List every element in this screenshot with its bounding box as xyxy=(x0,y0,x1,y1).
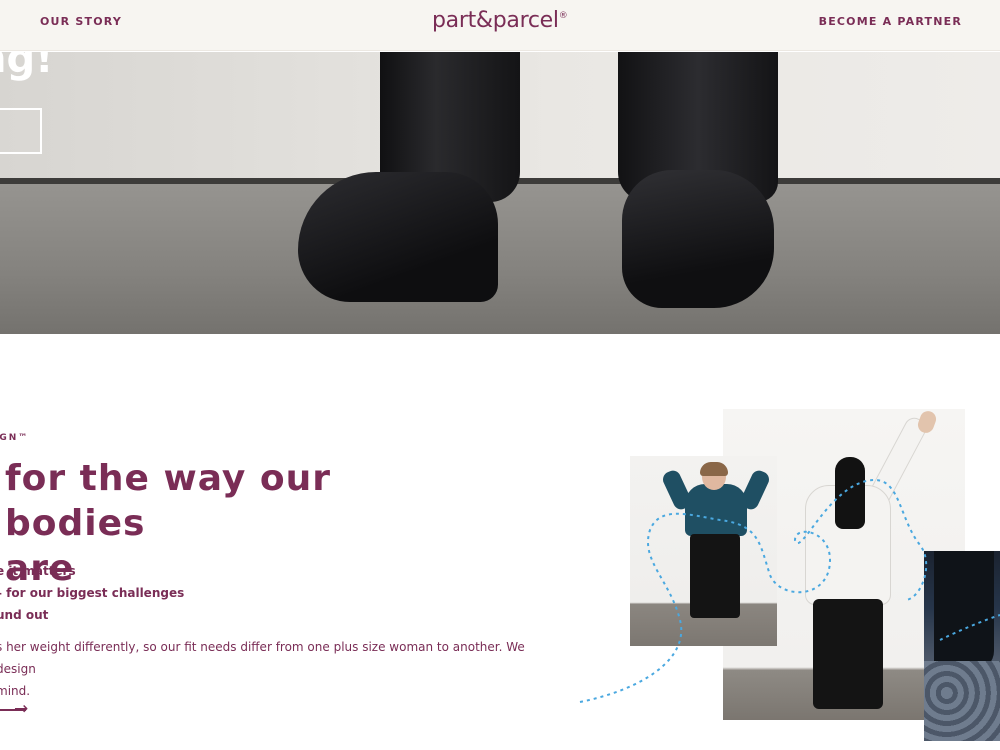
dashed-curve-path xyxy=(579,478,928,703)
dashed-curve-decoration xyxy=(579,478,1000,703)
dashed-curve-path-right xyxy=(939,614,1000,641)
